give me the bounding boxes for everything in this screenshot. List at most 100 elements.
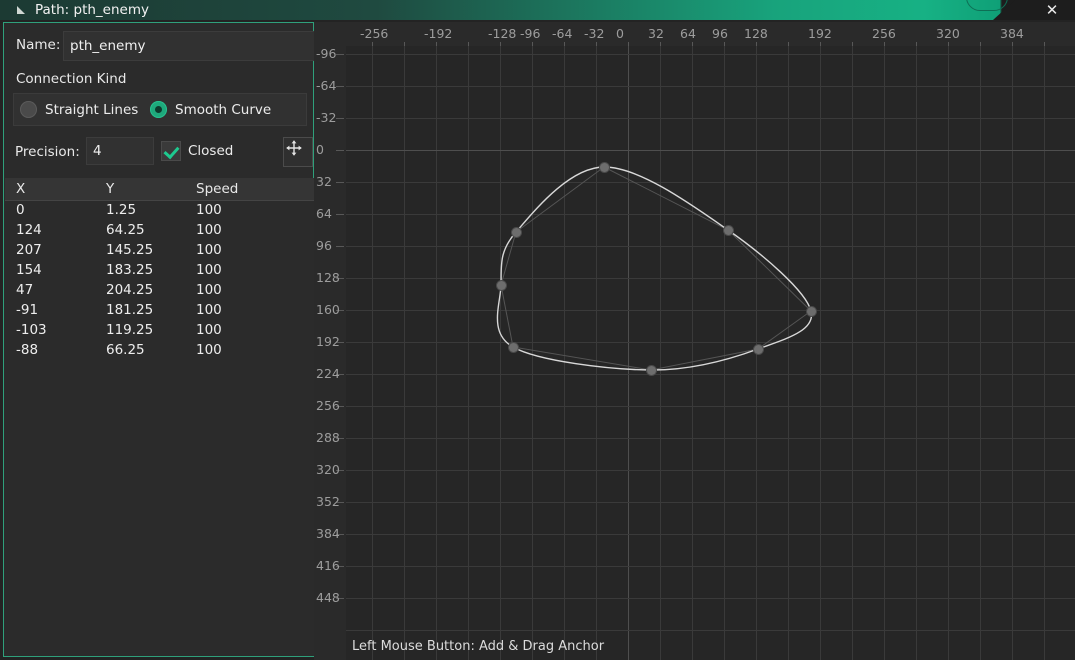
cell-speed: 100 bbox=[196, 322, 222, 338]
path-anchor-1[interactable] bbox=[723, 225, 733, 235]
cell-y: 66.25 bbox=[106, 342, 145, 358]
cell-x: -103 bbox=[16, 322, 47, 338]
cell-speed: 100 bbox=[196, 302, 222, 318]
ruler-label-v: 256 bbox=[316, 398, 340, 413]
ruler-tick-v bbox=[336, 54, 344, 55]
path-canvas-area[interactable]: -256 -192 -128 -96 -64 -32 0 32 64 96 128 192 256 320… bbox=[314, 22, 1075, 660]
column-header-speed[interactable]: Speed bbox=[196, 181, 238, 197]
column-header-y[interactable]: Y bbox=[106, 181, 114, 197]
points-table-header: X Y Speed bbox=[5, 178, 314, 201]
ruler-tick-v bbox=[336, 86, 344, 87]
cell-speed: 100 bbox=[196, 282, 222, 298]
ruler-label-v: 384 bbox=[316, 526, 340, 541]
ruler-label-v: 320 bbox=[316, 462, 340, 477]
connection-kind-radio-group: Straight Lines Smooth Curve bbox=[13, 93, 307, 126]
ruler-label-h: 0 bbox=[616, 26, 624, 41]
radio-label-straight-lines: Straight Lines bbox=[45, 101, 139, 118]
window-title: Path: pth_enemy bbox=[35, 2, 149, 18]
path-anchor-0[interactable] bbox=[599, 162, 609, 172]
cell-speed: 100 bbox=[196, 342, 222, 358]
cell-x: -91 bbox=[16, 302, 39, 318]
ruler-label-v: 224 bbox=[316, 366, 340, 381]
name-row: Name: bbox=[5, 31, 315, 61]
ruler-label-v: 0 bbox=[316, 142, 324, 157]
cell-x: 124 bbox=[16, 222, 42, 238]
path-anchor-5[interactable] bbox=[508, 342, 518, 352]
help-text-line-1: Left Mouse Button: Add & Drag Anchor bbox=[352, 639, 605, 654]
connection-kind-label: Connection Kind bbox=[16, 71, 127, 87]
path-anchor-2[interactable] bbox=[806, 306, 816, 316]
ruler-label-v: -96 bbox=[316, 46, 337, 61]
name-input[interactable] bbox=[63, 31, 315, 61]
ruler-label-h: -256 bbox=[360, 26, 389, 41]
path-anchor-7[interactable] bbox=[511, 227, 521, 237]
ruler-label-v: 128 bbox=[316, 270, 340, 285]
cell-x: 0 bbox=[16, 202, 25, 218]
cell-y: 204.25 bbox=[106, 282, 154, 298]
ruler-label-h: 96 bbox=[712, 26, 728, 41]
cell-y: 1.25 bbox=[106, 202, 137, 218]
table-row[interactable]: 124 64.25 100 bbox=[5, 221, 314, 241]
precision-input[interactable] bbox=[86, 137, 154, 165]
column-header-x[interactable]: X bbox=[16, 181, 25, 197]
collapse-triangle-icon[interactable] bbox=[16, 5, 26, 15]
cell-y: 145.25 bbox=[106, 242, 154, 258]
cell-speed: 100 bbox=[196, 242, 222, 258]
path-plot[interactable] bbox=[346, 46, 1075, 660]
path-anchor-3[interactable] bbox=[753, 344, 763, 354]
ruler-label-v: 352 bbox=[316, 494, 340, 509]
ruler-label-h: -64 bbox=[552, 26, 573, 41]
ruler-label-h: -128 bbox=[488, 26, 517, 41]
cell-x: 47 bbox=[16, 282, 34, 298]
table-row[interactable]: 0 1.25 100 bbox=[5, 201, 314, 221]
precision-row: Precision: Closed bbox=[4, 134, 315, 174]
horizontal-ruler: -256 -192 -128 -96 -64 -32 0 32 64 96 128 192 256 320… bbox=[314, 22, 1075, 47]
table-row[interactable]: 47 204.25 100 bbox=[5, 281, 314, 301]
radio-smooth-curve[interactable]: Smooth Curve bbox=[150, 94, 271, 125]
ruler-label-h: -192 bbox=[424, 26, 453, 41]
ruler-label-v: 160 bbox=[316, 302, 340, 317]
close-icon[interactable]: ✕ bbox=[1037, 0, 1067, 20]
ruler-tick-v bbox=[336, 150, 344, 151]
cell-x: 207 bbox=[16, 242, 42, 258]
table-row[interactable]: -103 119.25 100 bbox=[5, 321, 314, 341]
path-anchor-6[interactable] bbox=[496, 280, 506, 290]
ruler-label-h: -96 bbox=[520, 26, 541, 41]
ruler-label-v: -64 bbox=[316, 78, 337, 93]
closed-checkbox[interactable] bbox=[161, 141, 181, 161]
move-tool-button[interactable] bbox=[283, 137, 313, 167]
table-row[interactable]: -88 66.25 100 bbox=[5, 341, 314, 361]
path-curve bbox=[496, 166, 813, 371]
ruler-label-h: 192 bbox=[808, 26, 832, 41]
ruler-label-v: 32 bbox=[316, 174, 332, 189]
radio-dot-straight-lines bbox=[20, 101, 37, 118]
ruler-tick-v bbox=[336, 118, 344, 119]
properties-panel: Name: Connection Kind Straight Lines Smo… bbox=[3, 22, 315, 657]
titlebar-notch-decoration bbox=[966, 0, 1008, 11]
vertical-ruler: -96 -64 -32 0 32 64 96 128 160 192 224 256 288 320 352… bbox=[314, 22, 346, 660]
ruler-tick-v bbox=[336, 214, 344, 215]
ruler-label-v: 288 bbox=[316, 430, 340, 445]
cell-speed: 100 bbox=[196, 222, 222, 238]
table-row[interactable]: 207 145.25 100 bbox=[5, 241, 314, 261]
cell-y: 183.25 bbox=[106, 262, 154, 278]
ruler-label-v: 64 bbox=[316, 206, 332, 221]
window-titlebar: Path: pth_enemy ✕ bbox=[0, 0, 1075, 20]
ruler-tick-v bbox=[336, 246, 344, 247]
ruler-label-v: 192 bbox=[316, 334, 340, 349]
path-anchor-4[interactable] bbox=[646, 365, 656, 375]
table-row[interactable]: 154 183.25 100 bbox=[5, 261, 314, 281]
table-row[interactable]: -91 181.25 100 bbox=[5, 301, 314, 321]
cell-speed: 100 bbox=[196, 262, 222, 278]
ruler-label-h: 128 bbox=[744, 26, 768, 41]
ruler-label-h: 384 bbox=[1000, 26, 1024, 41]
cell-y: 181.25 bbox=[106, 302, 154, 318]
radio-straight-lines[interactable]: Straight Lines bbox=[20, 94, 138, 125]
ruler-label-v: 448 bbox=[316, 590, 340, 605]
move-arrows-icon bbox=[286, 140, 302, 156]
ruler-label-h: 256 bbox=[872, 26, 896, 41]
radio-dot-smooth-curve bbox=[150, 101, 167, 118]
points-table-body[interactable]: 0 1.25 100 124 64.25 100 207 145.25 100 154 183.25… bbox=[5, 201, 314, 656]
ruler-label-h: 320 bbox=[936, 26, 960, 41]
ruler-label-v: 96 bbox=[316, 238, 332, 253]
